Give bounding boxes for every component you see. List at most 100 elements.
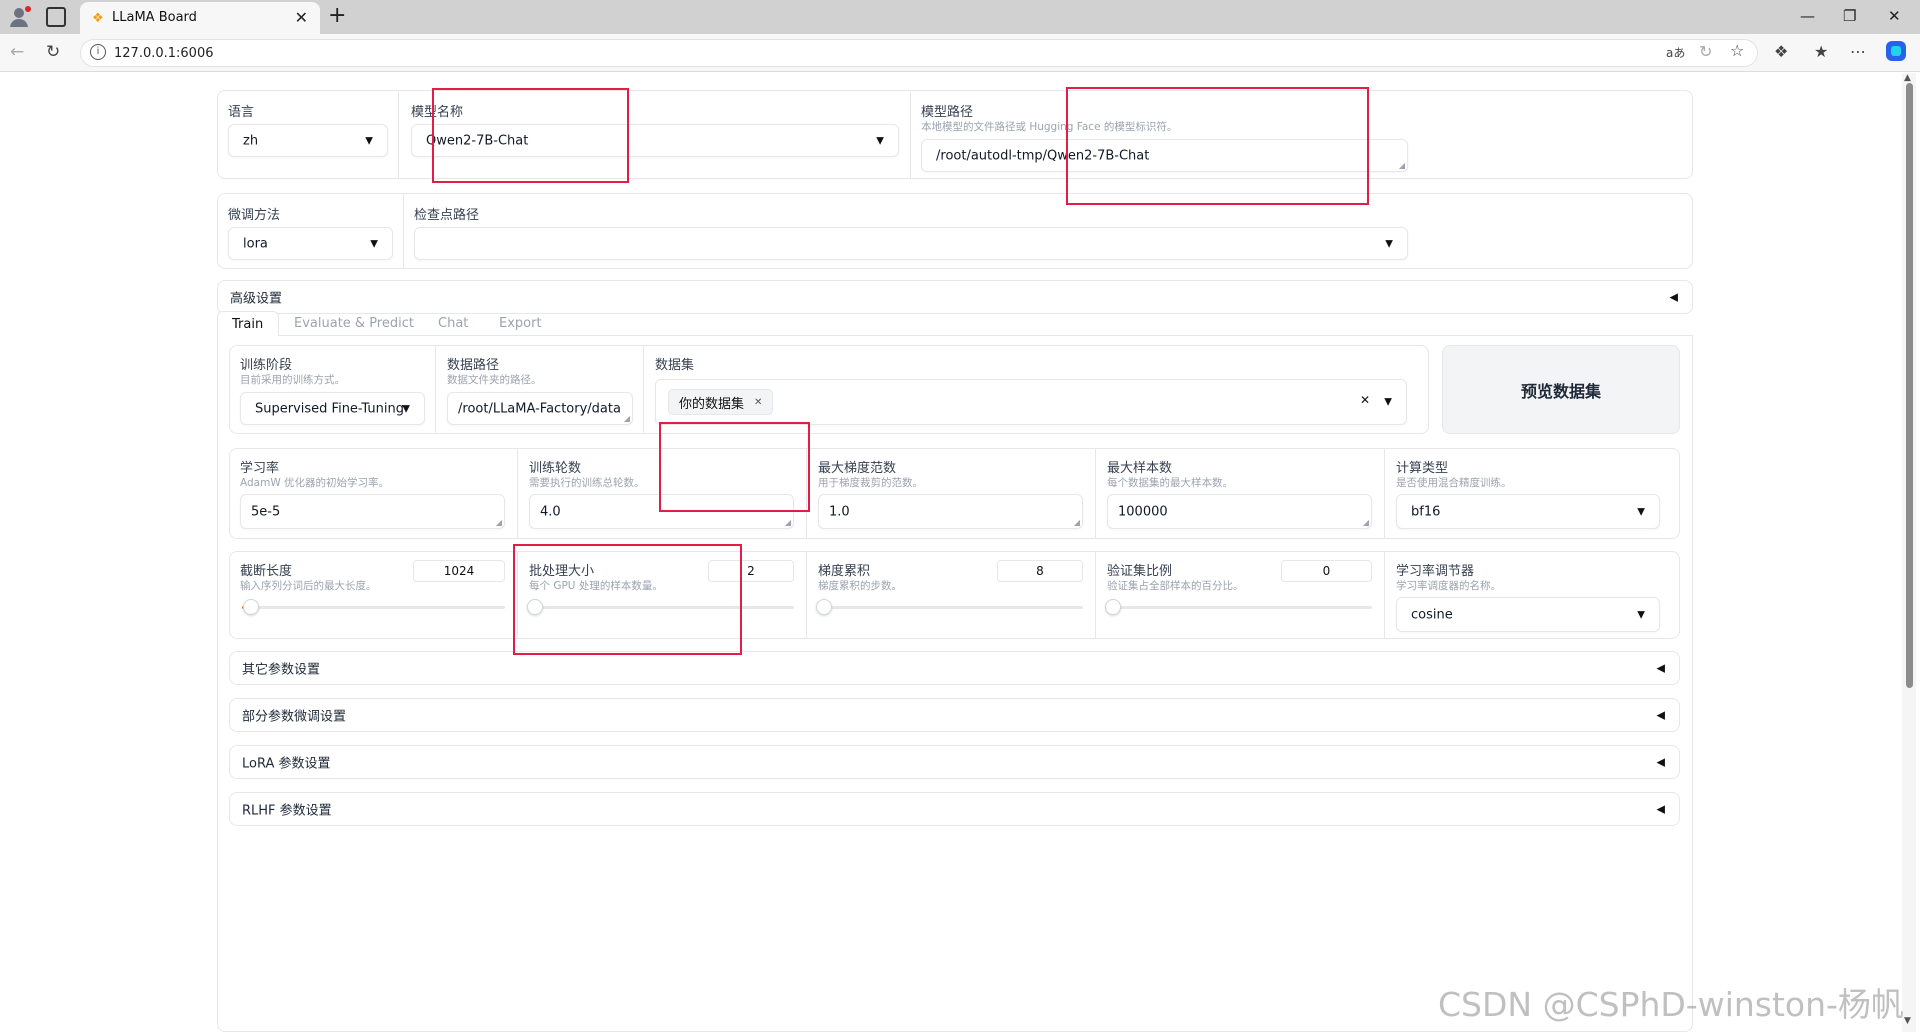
address-bar-row: ← ↻ i 127.0.0.1:6006 aあ ↻ ☆ ❖ ★ ⋯ bbox=[0, 34, 1920, 72]
finetune-method-dropdown[interactable]: lora ▼ bbox=[228, 227, 393, 260]
lora-settings-accordion[interactable]: LoRA 参数设置 ◀ bbox=[229, 745, 1680, 779]
scroll-down-icon[interactable]: ▼ bbox=[1904, 1016, 1911, 1026]
advanced-settings-accordion[interactable]: 高级设置 ◀ bbox=[217, 280, 1693, 314]
reload-icon[interactable]: ↻ bbox=[46, 42, 60, 62]
epochs-value: 4.0 bbox=[540, 504, 561, 519]
clear-icon[interactable]: ✕ bbox=[1360, 393, 1370, 407]
divider bbox=[435, 346, 436, 433]
close-tab-icon[interactable]: ✕ bbox=[295, 8, 308, 27]
favorite-star-icon[interactable]: ☆ bbox=[1730, 41, 1744, 60]
chevron-down-icon: ▼ bbox=[370, 238, 378, 249]
cutoff-label: 截断长度 bbox=[240, 564, 293, 579]
divider bbox=[1384, 449, 1385, 538]
new-tab-icon[interactable]: + bbox=[328, 3, 346, 28]
translate-icon[interactable]: aあ bbox=[1666, 44, 1685, 61]
cutoff-number-input[interactable]: 1024 bbox=[413, 560, 505, 582]
val-size-number-input[interactable]: 0 bbox=[1281, 560, 1372, 582]
lr-label: 学习率 bbox=[240, 461, 280, 476]
preview-dataset-label: 预览数据集 bbox=[1520, 381, 1601, 401]
grad-accum-number-input[interactable]: 8 bbox=[997, 560, 1083, 582]
collapse-arrow-icon: ◀ bbox=[1669, 290, 1678, 304]
more-menu-icon[interactable]: ⋯ bbox=[1850, 42, 1866, 61]
max-grad-textbox[interactable]: 1.0 ◢ bbox=[818, 494, 1083, 529]
tab-chat[interactable]: Chat bbox=[438, 316, 468, 331]
highlight-box-dataset bbox=[659, 422, 810, 512]
scrollbar-thumb[interactable] bbox=[1906, 83, 1913, 688]
divider bbox=[398, 91, 399, 178]
url-field[interactable]: i 127.0.0.1:6006 aあ ↻ ☆ bbox=[80, 39, 1758, 67]
dataset-label: 数据集 bbox=[655, 358, 695, 373]
finetune-method-value: lora bbox=[243, 236, 268, 251]
dataset-multiselect[interactable]: 你的数据集 ✕ ✕ ▼ bbox=[655, 379, 1407, 425]
page-scrollbar[interactable]: ▲ ▼ bbox=[1902, 73, 1916, 1032]
collapse-arrow-icon: ◀ bbox=[1656, 755, 1665, 769]
stage-dropdown[interactable]: Supervised Fine-Tuning ▼ bbox=[240, 392, 425, 425]
finetune-method-label: 微调方法 bbox=[228, 208, 281, 223]
compute-type-value: bf16 bbox=[1411, 504, 1441, 519]
tab-actions-icon[interactable] bbox=[46, 7, 66, 27]
checkpoint-path-dropdown[interactable]: ▼ bbox=[414, 227, 1408, 260]
lora-settings-label: LoRA 参数设置 bbox=[242, 756, 331, 772]
data-dir-value: /root/LLaMA-Factory/data bbox=[458, 401, 621, 416]
copilot-icon[interactable] bbox=[1884, 39, 1908, 67]
batch-settings-row: 截断长度 输入序列分词后的最大长度。 1024 批处理大小 每个 GPU 处理的… bbox=[229, 551, 1680, 639]
rlhf-settings-accordion[interactable]: RLHF 参数设置 ◀ bbox=[229, 792, 1680, 826]
back-icon[interactable]: ← bbox=[10, 42, 24, 62]
divider bbox=[517, 449, 518, 538]
chevron-down-icon: ▼ bbox=[402, 403, 410, 414]
resize-handle-icon[interactable]: ◢ bbox=[1074, 518, 1080, 527]
max-samples-textbox[interactable]: 100000 ◢ bbox=[1107, 494, 1372, 529]
scroll-up-icon[interactable]: ▲ bbox=[1904, 73, 1911, 83]
remove-chip-icon[interactable]: ✕ bbox=[754, 397, 762, 408]
stage-info: 目前采用的训练方式。 bbox=[240, 374, 345, 386]
collapse-arrow-icon: ◀ bbox=[1656, 661, 1665, 675]
max-samples-value: 100000 bbox=[1118, 504, 1168, 519]
extra-settings-accordion[interactable]: 其它参数设置 ◀ bbox=[229, 651, 1680, 685]
divider bbox=[403, 194, 404, 268]
lr-textbox[interactable]: 5e-5 ◢ bbox=[240, 494, 505, 529]
compute-type-dropdown[interactable]: bf16 ▼ bbox=[1396, 494, 1660, 529]
llama-favicon-icon: ❖ bbox=[92, 11, 104, 26]
resize-handle-icon[interactable]: ◢ bbox=[496, 518, 502, 527]
chevron-down-icon: ▼ bbox=[1385, 238, 1393, 249]
rlhf-settings-label: RLHF 参数设置 bbox=[242, 803, 332, 819]
page-viewport: 语言 zh ▼ 模型名称 Qwen2-7B-Chat ▼ 模型路径 本地模型的文… bbox=[4, 73, 1900, 1032]
tab-evaluate-predict[interactable]: Evaluate & Predict bbox=[294, 316, 414, 331]
language-dropdown[interactable]: zh ▼ bbox=[228, 124, 388, 157]
freeze-settings-accordion[interactable]: 部分参数微调设置 ◀ bbox=[229, 698, 1680, 732]
close-window-icon[interactable]: ✕ bbox=[1888, 7, 1901, 25]
val-size-slider[interactable] bbox=[1105, 599, 1372, 615]
resize-handle-icon[interactable]: ◢ bbox=[1363, 518, 1369, 527]
favorites-icon[interactable]: ★ bbox=[1814, 42, 1828, 61]
language-value: zh bbox=[243, 133, 259, 148]
divider bbox=[1095, 449, 1096, 538]
divider bbox=[1095, 552, 1096, 638]
cutoff-slider[interactable] bbox=[242, 599, 505, 615]
collapse-arrow-icon: ◀ bbox=[1656, 708, 1665, 722]
scheduler-dropdown[interactable]: cosine ▼ bbox=[1396, 597, 1660, 632]
data-dir-textbox[interactable]: /root/LLaMA-Factory/data ◢ bbox=[447, 392, 633, 425]
profile-icon[interactable] bbox=[8, 5, 32, 29]
minimize-icon[interactable]: — bbox=[1800, 7, 1815, 25]
tab-train[interactable]: Train bbox=[217, 311, 279, 336]
resize-handle-icon[interactable]: ◢ bbox=[1399, 161, 1405, 170]
resize-handle-icon[interactable]: ◢ bbox=[624, 414, 630, 423]
refresh-reading-icon[interactable]: ↻ bbox=[1699, 42, 1712, 61]
divider bbox=[1384, 552, 1385, 638]
resize-handle-icon[interactable]: ◢ bbox=[785, 518, 791, 527]
divider bbox=[643, 346, 644, 433]
preview-dataset-button[interactable]: 预览数据集 bbox=[1442, 345, 1680, 434]
restore-icon[interactable]: ❐ bbox=[1843, 7, 1856, 25]
chevron-down-icon: ▼ bbox=[876, 135, 884, 146]
val-size-slider-handle[interactable] bbox=[1105, 599, 1121, 615]
tab-export[interactable]: Export bbox=[499, 316, 542, 331]
site-info-icon[interactable]: i bbox=[90, 44, 106, 60]
cutoff-slider-handle[interactable] bbox=[243, 599, 260, 615]
checkpoint-path-label: 检查点路径 bbox=[414, 208, 480, 223]
grad-accum-slider-handle[interactable] bbox=[816, 599, 832, 615]
max-samples-info: 每个数据集的最大样本数。 bbox=[1107, 477, 1233, 489]
data-dir-info: 数据文件夹的路径。 bbox=[447, 374, 542, 386]
browser-tab-llama-board[interactable]: ❖ LLaMA Board ✕ bbox=[80, 2, 320, 34]
grad-accum-slider[interactable] bbox=[816, 599, 1083, 615]
extensions-icon[interactable]: ❖ bbox=[1774, 42, 1788, 61]
